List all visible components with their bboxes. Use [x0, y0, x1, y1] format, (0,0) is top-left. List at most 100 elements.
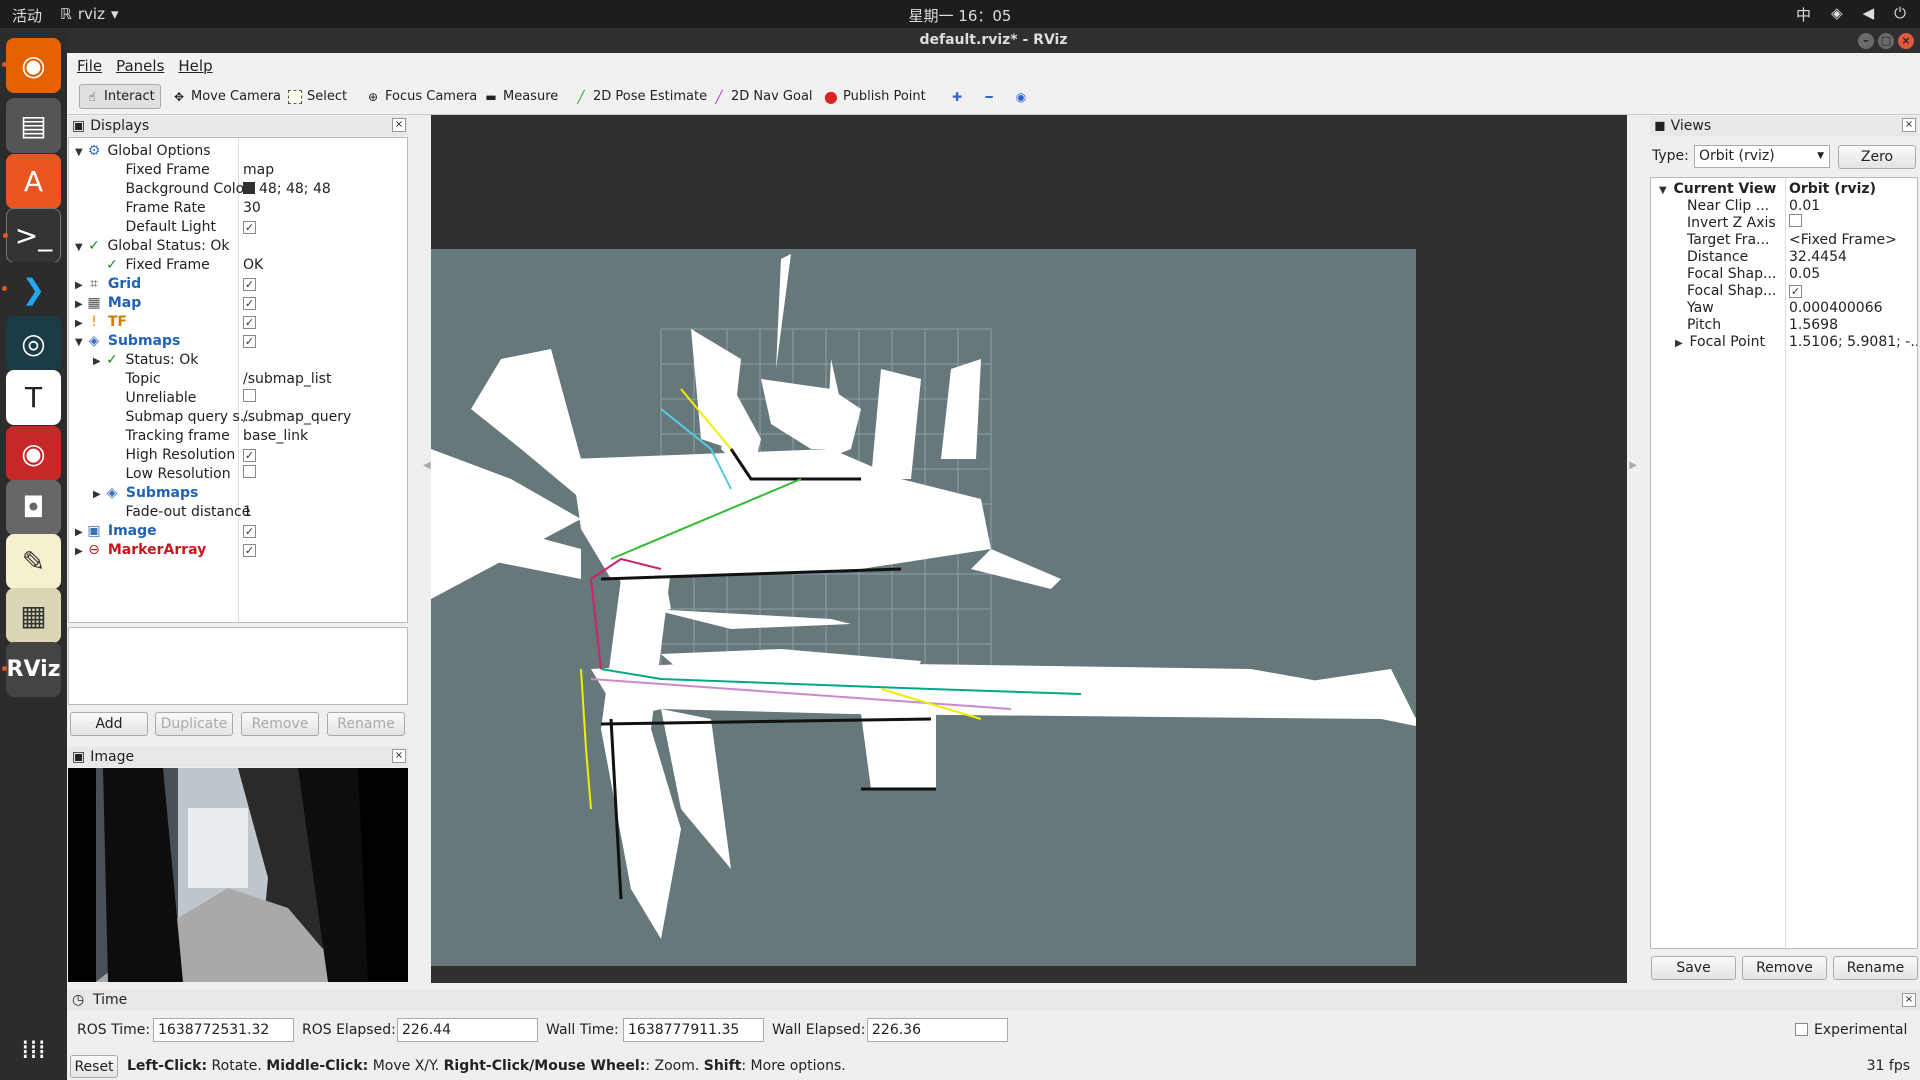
- add-display-button[interactable]: Add: [70, 712, 148, 736]
- property-value[interactable]: OK: [243, 257, 263, 273]
- expand-down-icon[interactable]: ▼: [75, 242, 85, 253]
- view-property-row[interactable]: Focal Shap... ✓: [1653, 282, 1917, 299]
- property-checkbox[interactable]: [243, 465, 256, 478]
- tool-select[interactable]: Select: [283, 84, 352, 109]
- ros-time-field[interactable]: 1638772531.32: [153, 1018, 294, 1042]
- duplicate-display-button[interactable]: Duplicate: [155, 712, 233, 736]
- menu-panels[interactable]: Panels: [116, 57, 164, 75]
- reset-button[interactable]: Reset: [70, 1055, 118, 1078]
- view-property-row[interactable]: Target Fra... <Fixed Frame>: [1653, 231, 1917, 248]
- zero-button[interactable]: Zero: [1838, 145, 1916, 169]
- expand-down-icon[interactable]: ▼: [75, 337, 85, 348]
- close-icon[interactable]: ×: [1902, 993, 1916, 1007]
- display-row[interactable]: Tracking frame base_link: [71, 426, 407, 445]
- rviz-dock-icon[interactable]: RViz: [2, 642, 61, 697]
- tool-2d-pose-estimate[interactable]: ╱ 2D Pose Estimate: [569, 84, 712, 109]
- view-property-value[interactable]: 0.05: [1789, 266, 1820, 282]
- display-row[interactable]: Topic/submap_list: [71, 369, 407, 388]
- expand-right-icon[interactable]: ▶: [75, 527, 85, 538]
- wall-elapsed-field[interactable]: 226.36: [867, 1018, 1008, 1042]
- input-method-indicator[interactable]: 中: [1796, 4, 1811, 25]
- experimental-checkbox[interactable]: [1795, 1023, 1808, 1036]
- 3d-viewport[interactable]: ◀ ▶: [423, 115, 1637, 983]
- property-checkbox[interactable]: ✓: [243, 334, 256, 348]
- property-checkbox[interactable]: ✓: [243, 277, 256, 291]
- display-row[interactable]: ▶! TF ✓: [71, 312, 407, 331]
- tool-interact[interactable]: ☝ Interact: [79, 84, 161, 109]
- expand-right-icon[interactable]: ▶: [75, 299, 85, 310]
- save-view-button[interactable]: Save: [1651, 956, 1736, 980]
- view-type-select[interactable]: Orbit (rviz) ▼: [1694, 145, 1830, 168]
- text-editor-icon[interactable]: ✎: [6, 534, 61, 589]
- view-property-row[interactable]: Invert Z Axis: [1653, 214, 1917, 231]
- tool-focus-camera[interactable]: ⊕ Focus Camera: [361, 84, 482, 109]
- display-row[interactable]: ▶ ▦ Map ✓: [71, 293, 407, 312]
- menu-file[interactable]: File: [77, 57, 102, 75]
- close-icon[interactable]: ×: [1902, 118, 1916, 132]
- remove-tool-button[interactable]: ━: [977, 84, 1001, 109]
- property-value[interactable]: /submap_list: [243, 371, 331, 387]
- display-row[interactable]: High Resolution ✓: [71, 445, 407, 464]
- view-property-value[interactable]: 0.01: [1789, 198, 1820, 214]
- remove-display-button[interactable]: Remove: [241, 712, 319, 736]
- displays-tree[interactable]: ▼ ⚙ Global Options Fixed Frame map Backgro…: [68, 137, 408, 624]
- software-center-icon[interactable]: A: [6, 154, 61, 209]
- color-swatch[interactable]: [243, 181, 255, 194]
- property-value[interactable]: base_link: [243, 428, 308, 444]
- display-row[interactable]: Default Light ✓: [71, 217, 407, 236]
- remove-view-button[interactable]: Remove: [1742, 956, 1827, 980]
- tool-move-camera[interactable]: ✥ Move Camera: [167, 84, 286, 109]
- tool-measure[interactable]: ▬ Measure: [479, 84, 563, 109]
- firefox-icon[interactable]: ◉: [2, 38, 61, 93]
- view-property-row[interactable]: ▼ Current View Orbit (rviz): [1653, 180, 1917, 197]
- expand-right-icon[interactable]: ▶: [75, 546, 85, 557]
- camera-icon[interactable]: ◘: [6, 480, 61, 535]
- property-checkbox[interactable]: [1789, 214, 1802, 227]
- typora-icon[interactable]: T: [6, 370, 61, 425]
- views-tree[interactable]: ▼ Current View Orbit (rviz) Near Clip ... 0…: [1650, 177, 1918, 950]
- volume-icon[interactable]: ◀: [1863, 4, 1875, 25]
- tool-publish-point[interactable]: ⬤ Publish Point: [819, 84, 931, 109]
- view-property-row[interactable]: ▶ Focal Point 1.5106; 5.9081; -...: [1653, 333, 1917, 350]
- image-viewer-icon[interactable]: ▦: [6, 588, 61, 643]
- vscode-icon[interactable]: ❯: [2, 262, 61, 317]
- right-collapse-arrow[interactable]: ▶: [1629, 460, 1637, 471]
- property-value[interactable]: 48; 48; 48: [243, 181, 331, 197]
- display-row[interactable]: ▶ ◈ Submaps: [71, 483, 407, 502]
- display-row[interactable]: Frame Rate 30: [71, 198, 407, 217]
- display-row[interactable]: Unreliable: [71, 388, 407, 407]
- menu-help[interactable]: Help: [178, 57, 212, 75]
- display-row[interactable]: Fade-out distance 1: [71, 502, 407, 521]
- network-icon[interactable]: ◈: [1831, 4, 1843, 25]
- wall-time-field[interactable]: 1638777911.35: [623, 1018, 764, 1042]
- show-apps-icon[interactable]: ⁞⁞⁞: [6, 1022, 61, 1077]
- expand-right-icon[interactable]: ▶: [93, 356, 103, 367]
- display-row[interactable]: ▶ ⊖ MarkerArray ✓: [71, 540, 407, 559]
- expand-right-icon[interactable]: ▶: [75, 280, 85, 291]
- recorder-icon[interactable]: ◉: [6, 426, 61, 481]
- display-row[interactable]: ▼ ⚙ Global Options: [71, 141, 407, 160]
- view-property-value[interactable]: 0.000400066: [1789, 300, 1883, 316]
- view-property-row[interactable]: Pitch 1.5698: [1653, 316, 1917, 333]
- ros-elapsed-field[interactable]: 226.44: [397, 1018, 538, 1042]
- clock[interactable]: 星期一 16：05: [0, 5, 1920, 26]
- display-row[interactable]: ▼ ✓ Global Status: Ok: [71, 236, 407, 255]
- expand-right-icon[interactable]: ▶: [93, 489, 103, 500]
- app-menu[interactable]: ℝrviz ▾: [60, 5, 119, 23]
- display-row[interactable]: ▶ ▣ Image ✓: [71, 521, 407, 540]
- display-row[interactable]: ✓ Fixed Frame OK: [71, 255, 407, 274]
- property-value[interactable]: /submap_query: [243, 409, 351, 425]
- property-checkbox[interactable]: ✓: [243, 296, 256, 310]
- view-property-row[interactable]: Near Clip ... 0.01: [1653, 197, 1917, 214]
- activities-button[interactable]: 活动: [12, 5, 42, 26]
- tool-2d-nav-goal[interactable]: ╱ 2D Nav Goal: [707, 84, 818, 109]
- add-tool-button[interactable]: ✚: [945, 84, 969, 109]
- display-row[interactable]: Background Color 48; 48; 48: [71, 179, 407, 198]
- maximize-icon[interactable]: □: [1878, 33, 1894, 49]
- display-row[interactable]: ▶ ⌗ Grid ✓: [71, 274, 407, 293]
- power-icon[interactable]: ⏻: [1894, 4, 1906, 25]
- view-property-value[interactable]: 1.5698: [1789, 317, 1838, 333]
- system-tray[interactable]: 中 ◈ ◀ ⏻: [1796, 4, 1906, 25]
- view-property-row[interactable]: Focal Shap... 0.05: [1653, 265, 1917, 282]
- property-checkbox[interactable]: ✓: [243, 220, 256, 234]
